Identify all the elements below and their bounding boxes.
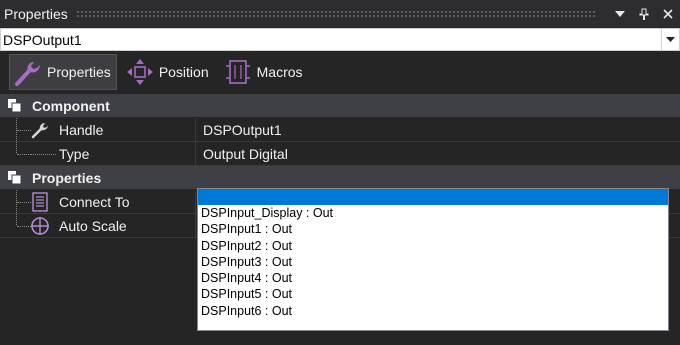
dropdown-item[interactable] [198,189,668,205]
object-selector[interactable]: DSPOutput1 [0,28,680,51]
connect-to-dropdown[interactable]: DSPInput_Display : Out DSPInput1 : Out D… [197,188,669,331]
window-menu-button[interactable] [608,0,632,27]
category-component[interactable]: Component [0,94,680,117]
window-title: Properties [4,5,68,22]
property-label: Handle [59,121,104,138]
drag-grip[interactable] [75,10,596,17]
property-row-handle[interactable]: Handle DSPOutput1 [0,118,680,142]
category-icon [0,170,32,186]
move-arrows-icon [126,59,153,85]
tab-properties-label: Properties [47,64,111,80]
wrench-icon [30,120,50,140]
dropdown-item[interactable]: DSPInput3 : Out [198,254,668,270]
tab-position-label: Position [158,64,209,80]
tab-macros-label: Macros [256,64,303,80]
property-label: Connect To [59,193,130,210]
category-properties[interactable]: Properties [0,166,680,189]
pin-icon [639,8,649,20]
close-button[interactable] [656,0,680,27]
tab-position[interactable]: Position [121,54,215,90]
category-title: Properties [32,169,102,186]
triangle-down-icon [615,10,625,17]
wrench-icon [15,62,40,86]
close-icon [663,8,673,19]
property-value[interactable]: Output Digital [196,142,680,165]
dropdown-item[interactable]: DSPInput5 : Out [198,286,668,302]
property-row-type[interactable]: Type Output Digital [0,142,680,166]
pin-button[interactable] [632,0,656,27]
dropdown-item[interactable]: DSPInput1 : Out [198,221,668,237]
property-label: Auto Scale [59,217,127,234]
tab-properties[interactable]: Properties [9,54,117,90]
category-title: Component [32,97,110,114]
properties-toolbar: Properties Position Macros [0,52,680,92]
category-icon [0,98,32,114]
properties-titlebar: Properties [0,0,680,27]
object-selector-value: DSPOutput1 [3,31,82,48]
object-selector-arrow[interactable] [661,29,679,50]
crosshair-icon [30,216,50,236]
dropdown-item[interactable]: DSPInput6 : Out [198,303,668,319]
property-label: Type [59,145,90,162]
list-icon [30,192,50,212]
dropdown-item[interactable]: DSPInput2 : Out [198,238,668,254]
macro-icon [225,60,250,84]
triangle-down-icon [666,37,675,42]
dropdown-item[interactable]: DSPInput_Display : Out [198,205,668,221]
tab-macros[interactable]: Macros [219,54,309,90]
dropdown-item[interactable]: DSPInput4 : Out [198,270,668,286]
property-value[interactable]: DSPOutput1 [196,118,680,141]
